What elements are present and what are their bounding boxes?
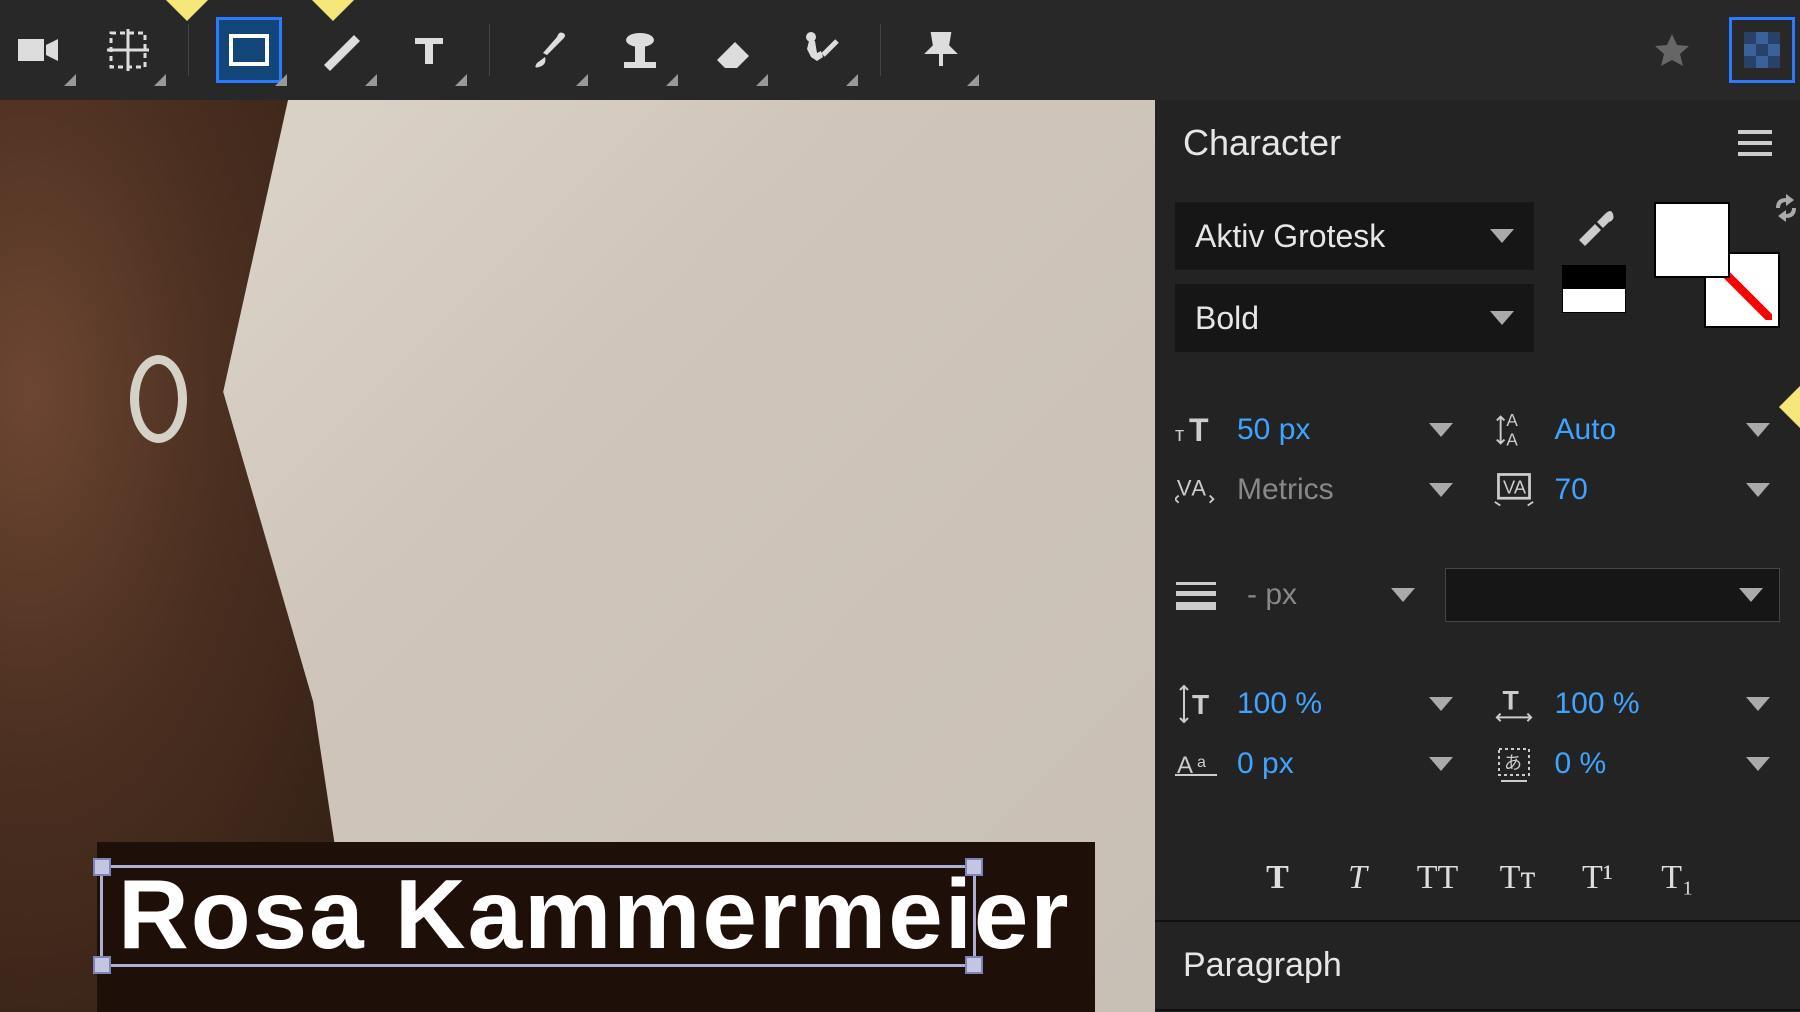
- chevron-down-icon: [1746, 697, 1770, 711]
- vertical-scale-icon: T: [1175, 683, 1217, 725]
- handle-top-left[interactable]: [93, 858, 111, 876]
- chevron-down-icon: [1746, 483, 1770, 497]
- kerning-field[interactable]: Metrics: [1227, 464, 1463, 516]
- svg-text:T: T: [1502, 686, 1519, 716]
- handle-top-right[interactable]: [965, 858, 983, 876]
- black-white-swatch[interactable]: [1562, 265, 1626, 313]
- font-weight-value: Bold: [1195, 300, 1259, 337]
- subscript-button[interactable]: T₁: [1650, 850, 1706, 906]
- chevron-down-icon: [1429, 483, 1453, 497]
- tracking-icon: VA: [1493, 469, 1535, 511]
- clone-stamp-tool[interactable]: [610, 20, 670, 80]
- font-size-icon: тT: [1175, 409, 1217, 451]
- chevron-down-icon: [1746, 423, 1770, 437]
- svg-text:V: V: [1177, 475, 1192, 500]
- chevron-down-icon: [1391, 588, 1415, 602]
- transparency-grid-icon[interactable]: [1732, 20, 1792, 80]
- svg-text:VA: VA: [1503, 477, 1527, 498]
- stroke-width-icon: [1175, 574, 1217, 616]
- svg-text:あ: あ: [1504, 753, 1522, 773]
- handle-bottom-left[interactable]: [93, 956, 111, 974]
- swap-colors-icon[interactable]: [1772, 194, 1800, 227]
- font-family-value: Aktiv Grotesk: [1195, 218, 1385, 255]
- eyedropper-icon[interactable]: [1571, 202, 1617, 253]
- horizontal-scale-icon: T: [1493, 683, 1535, 725]
- panel-menu-icon[interactable]: [1738, 130, 1772, 156]
- toolbar-separator: [880, 24, 881, 76]
- brush-tool[interactable]: [520, 20, 580, 80]
- photo-earring: [130, 355, 187, 443]
- svg-text:A: A: [1191, 475, 1206, 500]
- chevron-down-icon: [1739, 588, 1763, 602]
- faux-bold-button[interactable]: T: [1250, 850, 1306, 906]
- eraser-tool[interactable]: [700, 20, 760, 80]
- svg-text:T: T: [1192, 689, 1209, 720]
- chevron-down-icon: [1429, 757, 1453, 771]
- star-icon[interactable]: [1642, 20, 1702, 80]
- svg-text:A: A: [1506, 429, 1518, 449]
- leading-field[interactable]: Auto: [1545, 404, 1781, 456]
- kerning-icon: VA: [1175, 469, 1217, 511]
- pen-tool[interactable]: [309, 20, 369, 80]
- small-caps-button[interactable]: Tᴛ: [1490, 850, 1546, 906]
- font-weight-select[interactable]: Bold: [1175, 284, 1534, 352]
- font-family-select[interactable]: Aktiv Grotesk: [1175, 202, 1534, 270]
- svg-text:a: a: [1197, 754, 1206, 771]
- faux-italic-button[interactable]: T: [1330, 850, 1386, 906]
- all-caps-button[interactable]: TT: [1410, 850, 1466, 906]
- character-panel: Character Aktiv Grotesk Bold: [1155, 100, 1800, 1012]
- chevron-down-icon: [1490, 229, 1514, 243]
- chevron-down-icon: [1429, 697, 1453, 711]
- text-selection-bounds[interactable]: [100, 865, 976, 967]
- stroke-style-select[interactable]: [1445, 568, 1780, 622]
- panel-title: Character: [1183, 122, 1341, 164]
- handle-bottom-right[interactable]: [965, 956, 983, 974]
- leading-icon: AA: [1493, 409, 1535, 451]
- chevron-down-icon: [1746, 757, 1770, 771]
- svg-text:т: т: [1175, 424, 1184, 446]
- tsume-icon: あ: [1493, 743, 1535, 785]
- pin-tool[interactable]: [911, 20, 971, 80]
- roto-brush-tool[interactable]: [790, 20, 850, 80]
- tracking-field[interactable]: 70: [1545, 464, 1781, 516]
- rectangle-tool[interactable]: [219, 20, 279, 80]
- chevron-down-icon: [1490, 311, 1514, 325]
- toolbar-separator: [188, 24, 189, 76]
- composition-canvas[interactable]: Rosa Kammermeier: [0, 100, 1155, 1012]
- superscript-button[interactable]: T¹: [1570, 850, 1626, 906]
- region-tool[interactable]: [98, 20, 158, 80]
- stroke-width-field[interactable]: - px: [1237, 569, 1425, 621]
- tools-toolbar: [0, 0, 1800, 100]
- camera-tool[interactable]: [8, 20, 68, 80]
- font-size-field[interactable]: 50 px: [1227, 404, 1463, 456]
- paragraph-section[interactable]: Paragraph: [1155, 920, 1800, 1009]
- fill-color-swatch[interactable]: [1654, 202, 1730, 278]
- type-tool[interactable]: [399, 20, 459, 80]
- baseline-shift-icon: Aa: [1175, 743, 1217, 785]
- svg-text:A: A: [1506, 410, 1518, 430]
- svg-text:T: T: [1189, 412, 1209, 448]
- chevron-down-icon: [1429, 423, 1453, 437]
- faux-style-row: T T TT Tᴛ T¹ T₁: [1155, 836, 1800, 920]
- baseline-shift-field[interactable]: 0 px: [1227, 738, 1463, 790]
- toolbar-separator: [489, 24, 490, 76]
- fill-stroke-swatch[interactable]: [1654, 202, 1780, 328]
- vertical-scale-field[interactable]: 100 %: [1227, 678, 1463, 730]
- tsume-field[interactable]: 0 %: [1545, 738, 1781, 790]
- horizontal-scale-field[interactable]: 100 %: [1545, 678, 1781, 730]
